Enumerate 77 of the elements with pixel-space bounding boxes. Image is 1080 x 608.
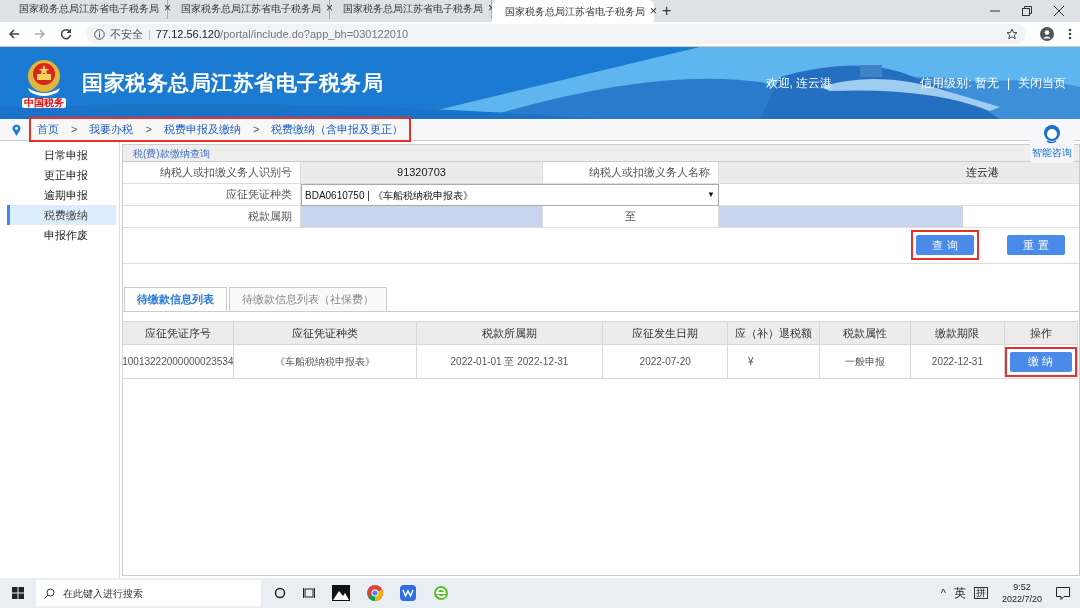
close-icon[interactable]: × [326, 0, 333, 17]
breadcrumb-link[interactable]: 税费申报及缴纳 [163, 121, 241, 138]
sidebar-item[interactable]: 逾期申报 [7, 185, 116, 205]
column-header: 税款所属期 [415, 321, 604, 345]
close-icon[interactable]: × [650, 2, 657, 20]
help-label: 智能咨询 [1032, 145, 1072, 160]
search-icon [44, 587, 55, 599]
separator-text: | [1006, 75, 1010, 92]
menu-icon[interactable] [1068, 28, 1072, 40]
windows-start-icon[interactable] [12, 587, 24, 599]
reload-icon[interactable] [60, 28, 72, 40]
input-language[interactable]: 英 [953, 584, 966, 602]
chrome-icon[interactable] [367, 585, 383, 601]
notification-icon[interactable] [1056, 586, 1070, 600]
logo-caption: 中国税务 [22, 98, 66, 108]
tab-title: 国家税务总局江苏省电子税务局 [343, 1, 483, 16]
column-header: 应（补）退税额 [727, 321, 820, 345]
wps-app-icon[interactable] [400, 585, 416, 601]
tab-title: 国家税务总局江苏省电子税务局 [181, 1, 321, 16]
column-header: 应征凭证序号 [122, 321, 234, 345]
list-tab[interactable]: 待缴款信息列表 [124, 287, 227, 311]
ime-mode[interactable]: 拼 [973, 587, 988, 599]
restore-icon[interactable] [1022, 6, 1032, 16]
sidebar-item[interactable]: 更正申报 [7, 165, 116, 185]
photos-app-icon[interactable] [332, 585, 350, 601]
list-tab[interactable]: 待缴款信息列表（社保费） [229, 287, 387, 311]
site-title: 国家税务总局江苏省电子税务局 [82, 70, 384, 97]
breadcrumb-link[interactable]: 首页 [37, 121, 59, 138]
close-icon[interactable]: × [164, 0, 171, 17]
star-icon[interactable] [1006, 28, 1018, 40]
sidebar-item[interactable]: 申报作废 [7, 225, 116, 245]
url-text: 77.12.56.120/portal/include.do?app_bh=030122010 [155, 26, 409, 42]
close-icon[interactable] [1054, 6, 1064, 16]
browser-tab[interactable]: 国家税务总局江苏省电子税务局 × [6, 0, 168, 19]
location-pin-icon [12, 123, 21, 136]
field-label: 应征凭证种类 [123, 184, 301, 206]
caret-icon: ▼ [707, 189, 715, 201]
column-header: 税款属性 [819, 321, 911, 345]
voucher-type-select[interactable]: BDA0610750 | 《车船税纳税申报表》 ▼ [301, 184, 719, 206]
period-start-field[interactable] [301, 206, 542, 228]
period-end-field[interactable] [719, 206, 963, 227]
browser-tab[interactable]: 国家税务总局江苏省电子税务局 × [492, 0, 654, 22]
taskbar-search-field[interactable]: 在此键入进行搜索 [36, 580, 261, 606]
sidebar-item[interactable]: 税费缴纳 [7, 205, 116, 225]
field-label: 至 [542, 206, 719, 228]
url-divider: | [148, 26, 151, 42]
breadcrumb-link[interactable]: 税费缴纳（含申报及更正） [271, 121, 404, 138]
sidebar-item[interactable]: 日常申报 [7, 145, 116, 165]
breadcrumb-separator: > [71, 122, 78, 138]
section-title: 税(费)款缴纳查询 [133, 146, 210, 161]
profile-icon[interactable] [1040, 27, 1054, 41]
tab-title: 国家税务总局江苏省电子税务局 [19, 1, 159, 16]
breadcrumb-link[interactable]: 我要办税 [89, 121, 134, 138]
clock-time: 9:52 [1013, 581, 1031, 593]
new-tab-button[interactable]: + [662, 0, 672, 23]
security-label: 不安全 [110, 26, 143, 42]
field-label: 税款属期 [123, 206, 301, 228]
breadcrumb-separator: > [252, 122, 260, 138]
breadcrumb-separator: > [145, 122, 152, 138]
taxpayer-name-value: 连云港 [719, 162, 1079, 184]
table-cell: 10013222000000023534 [122, 345, 234, 379]
tab-title: 国家税务总局江苏省电子税务局 [505, 4, 645, 19]
credit-level: 信用级别: 暂无 [920, 75, 999, 92]
column-header: 应征发生日期 [602, 321, 729, 345]
info-icon [94, 28, 105, 40]
tray-caret-icon[interactable]: ^ [940, 584, 946, 602]
field-label: 纳税人或扣缴义务人识别号 [123, 162, 301, 184]
taxpayer-id-value: 91320703 [301, 162, 542, 184]
cortana-icon[interactable] [274, 587, 286, 599]
clock-date: 2022/7/20 [1001, 593, 1042, 605]
task-view-icon[interactable] [303, 587, 315, 599]
column-header: 应征凭证种类 [232, 321, 417, 345]
column-header: 操作 [1003, 321, 1078, 345]
column-header: 缴款期限 [910, 321, 1005, 345]
address-field[interactable]: 不安全 | 77.12.56.120/portal/include.do?app_bh=030122010 [86, 24, 1026, 44]
emblem-icon [25, 58, 63, 98]
back-icon[interactable] [8, 28, 20, 40]
